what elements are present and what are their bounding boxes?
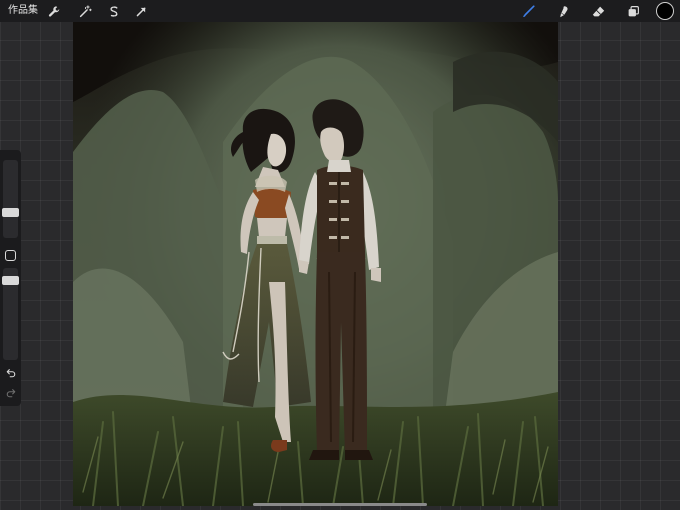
brush-size-slider[interactable] <box>2 160 19 238</box>
magic-wand-icon[interactable] <box>77 3 93 19</box>
artwork-painting <box>73 22 558 506</box>
undo-icon[interactable] <box>3 365 18 380</box>
selection-s-icon[interactable] <box>105 3 121 19</box>
opacity-handle[interactable] <box>2 276 19 285</box>
home-indicator[interactable] <box>253 503 427 506</box>
smudge-icon[interactable] <box>555 3 571 19</box>
left-sidebar <box>0 150 21 406</box>
top-toolbar: 作品集 <box>0 0 680 22</box>
redo-icon[interactable] <box>3 385 18 400</box>
modify-button[interactable] <box>5 250 16 261</box>
arrow-cursor-icon[interactable] <box>133 3 149 19</box>
color-picker-swatch[interactable] <box>656 2 674 20</box>
gallery-button[interactable]: 作品集 <box>8 3 38 19</box>
drawing-canvas[interactable] <box>73 22 558 506</box>
opacity-slider[interactable] <box>2 268 19 360</box>
brush-size-handle[interactable] <box>2 208 19 217</box>
brush-icon[interactable] <box>520 3 536 19</box>
wrench-icon[interactable] <box>46 3 62 19</box>
layers-icon[interactable] <box>625 3 641 19</box>
eraser-icon[interactable] <box>590 3 606 19</box>
